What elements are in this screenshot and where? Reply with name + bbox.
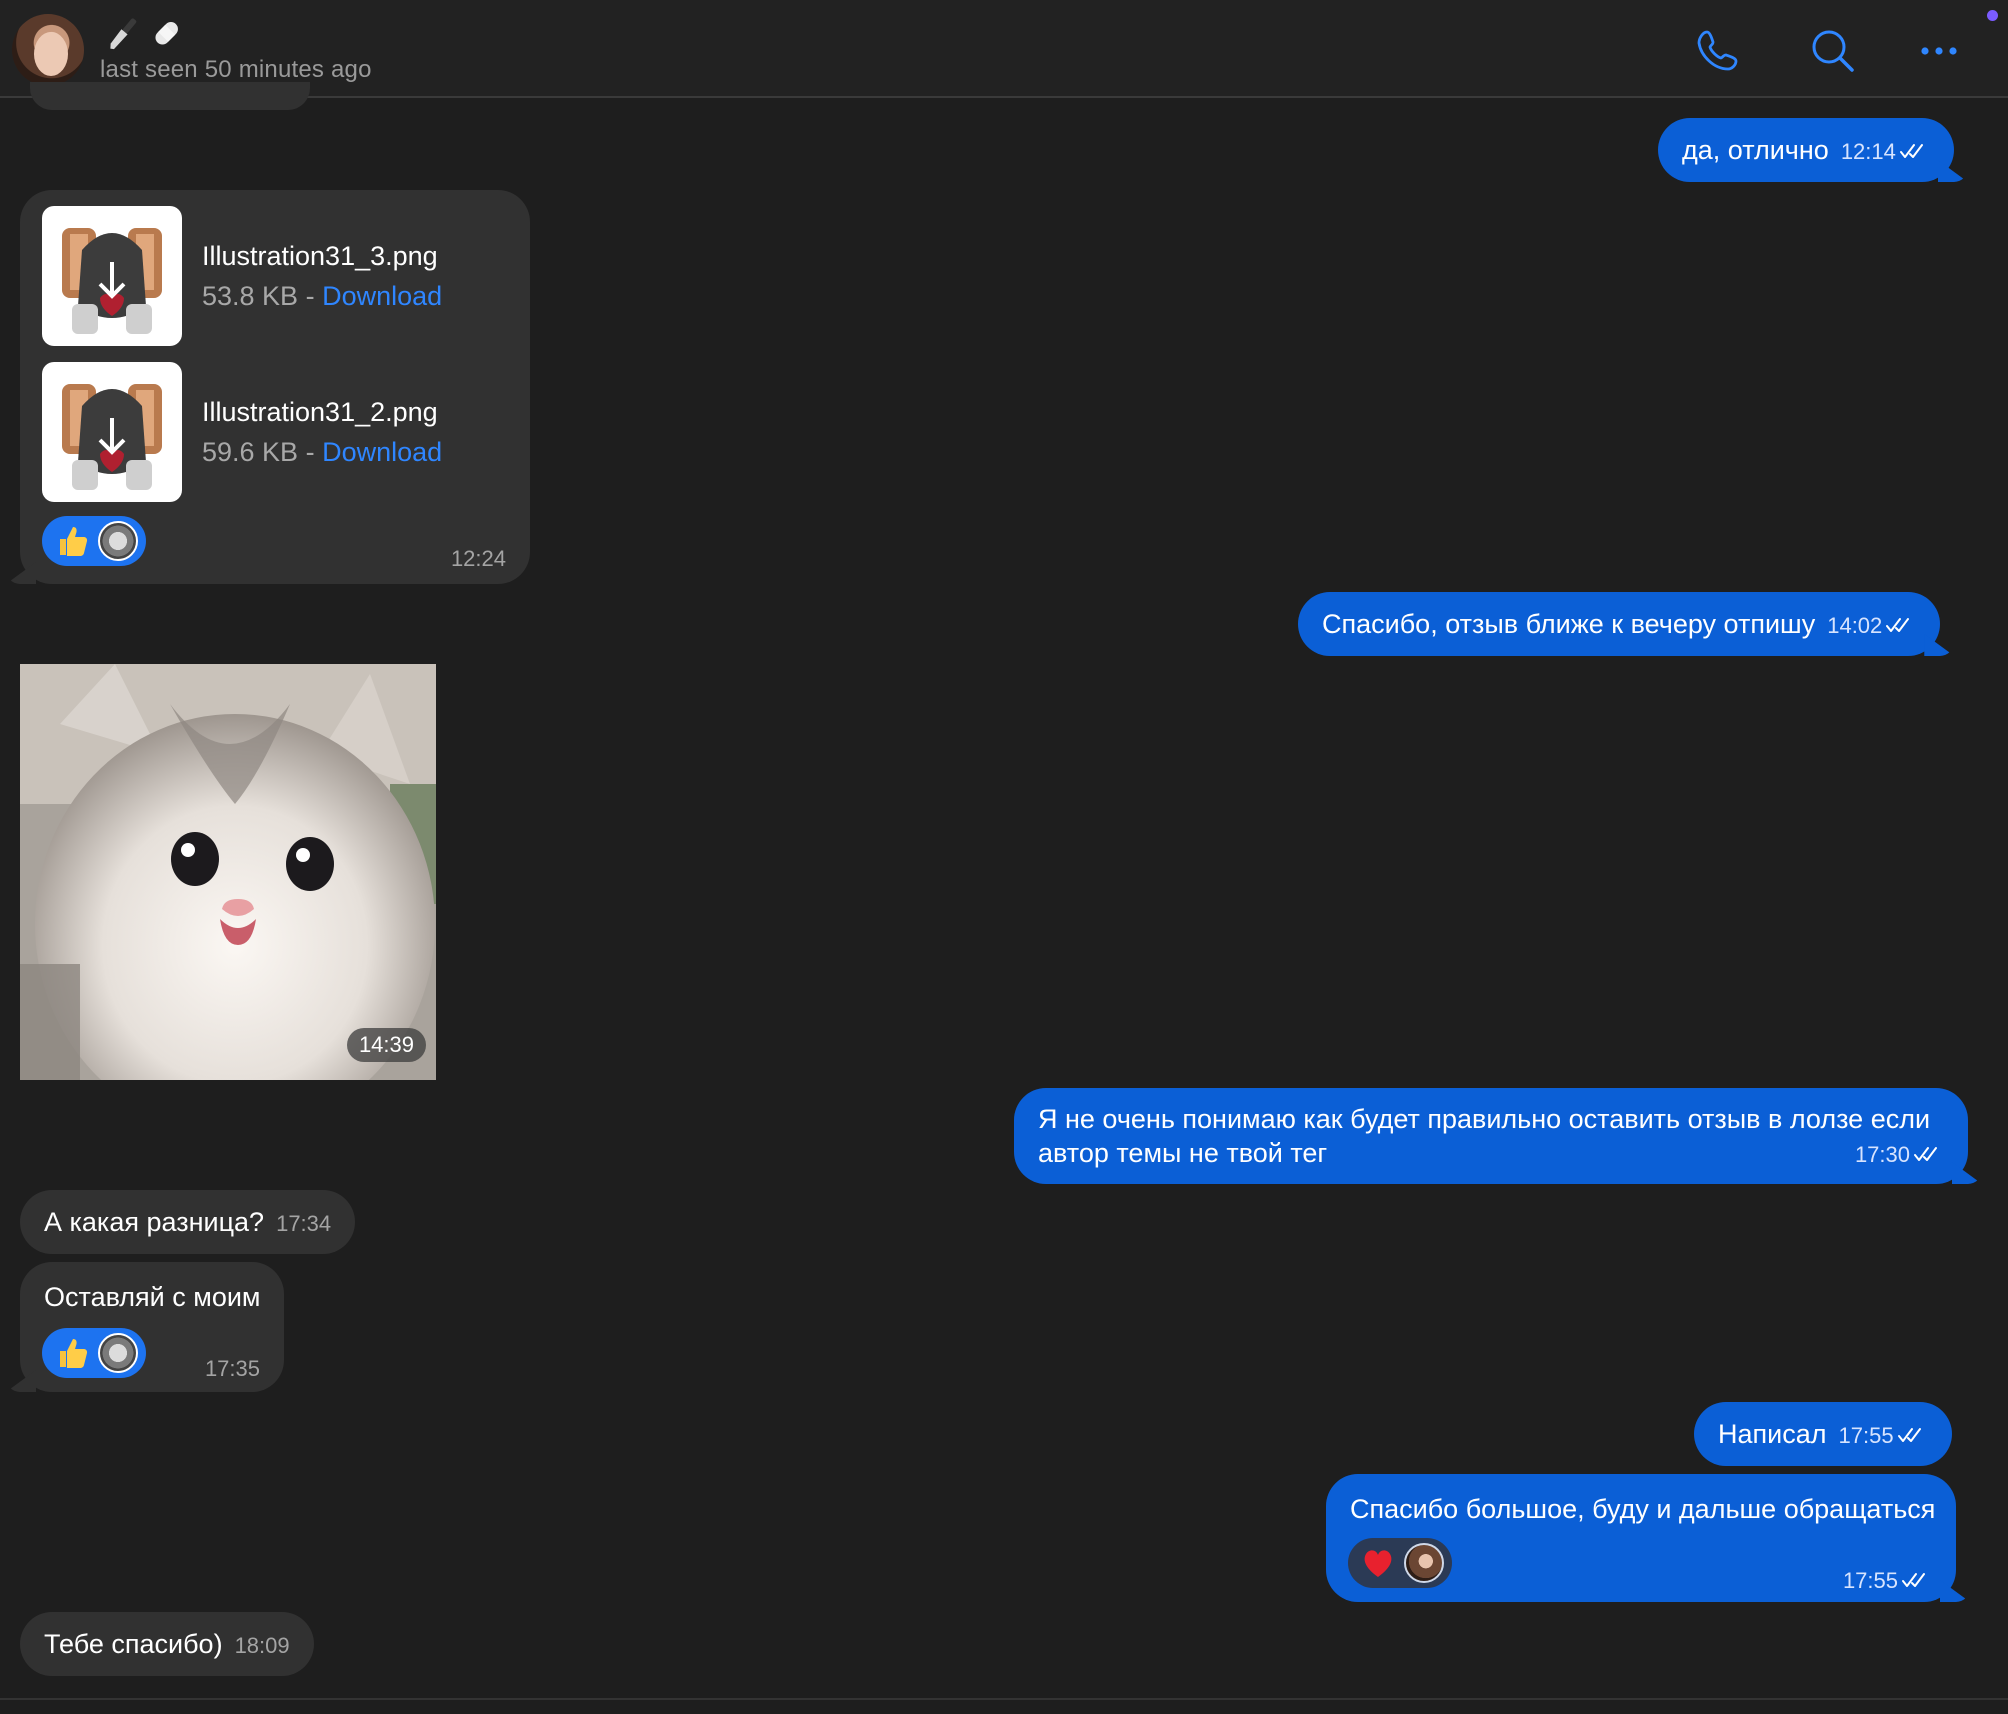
message-time: 14:02 — [1827, 613, 1883, 638]
composer-divider — [0, 1698, 2008, 1700]
read-ticks-icon — [1914, 1136, 1944, 1161]
message-text-line1: Я не очень понимаю как будет правильно о… — [1038, 1104, 1931, 1134]
reaction-badge[interactable] — [42, 1328, 146, 1378]
more-dots-icon[interactable] — [1914, 26, 1964, 76]
phone-icon[interactable] — [1694, 26, 1744, 76]
file-meta-separator: - — [298, 281, 323, 311]
file-meta-separator: - — [298, 437, 323, 467]
file-attachment[interactable]: Illustration31_2.png 59.6 KB - Download — [42, 362, 442, 502]
message-in[interactable]: Оставляй с моим 17:35 — [20, 1262, 284, 1392]
message-time: 17:34 — [276, 1211, 332, 1236]
message-text: Спасибо, отзыв ближе к вечеру отпишу — [1322, 609, 1816, 639]
read-ticks-icon — [1899, 133, 1930, 158]
file-size: 53.8 KB — [202, 281, 299, 311]
file-size: 59.6 KB — [202, 437, 299, 467]
message-out[interactable]: да, отлично 12:14 — [1658, 118, 1954, 182]
heart-icon — [1360, 1545, 1396, 1581]
previous-message-bubble — [30, 82, 310, 110]
file-thumbnail[interactable] — [42, 206, 182, 346]
read-ticks-icon — [1897, 1417, 1928, 1442]
message-time: 17:30 — [1854, 1142, 1910, 1167]
file-attachment[interactable]: Illustration31_3.png 53.8 KB - Download — [42, 206, 442, 346]
reactor-avatar — [98, 521, 138, 561]
message-out[interactable]: Спасибо, отзыв ближе к вечеру отпишу 14:… — [1298, 592, 1941, 656]
message-in[interactable]: Тебе спасибо) 18:09 — [20, 1612, 314, 1676]
message-time: 17:55 — [1838, 1423, 1894, 1448]
photo-message[interactable]: 14:39 — [20, 664, 436, 1080]
reaction-badge[interactable] — [42, 516, 146, 566]
message-time: 17:55 — [1842, 1568, 1898, 1593]
message-in[interactable]: А какая разница? 17:34 — [20, 1190, 356, 1254]
message-out[interactable]: Написал 17:55 — [1694, 1402, 1952, 1466]
message-text: да, отлично — [1682, 135, 1829, 165]
message-in-files[interactable]: Illustration31_3.png 53.8 KB - Download — [20, 190, 530, 584]
message-time: 17:35 — [204, 1356, 260, 1381]
search-icon[interactable] — [1808, 26, 1858, 76]
read-ticks-icon — [1902, 1562, 1932, 1587]
file-name: Illustration31_2.png — [202, 397, 438, 427]
reaction-badge[interactable] — [1348, 1538, 1452, 1588]
message-text: Оставляй с моим — [44, 1282, 261, 1312]
message-text: Тебе спасибо) — [44, 1629, 223, 1659]
chat-window: last seen 50 minutes ago да, отлично 12:… — [0, 0, 2008, 1714]
contact-name-emoji[interactable] — [104, 14, 184, 54]
read-ticks-icon — [1886, 607, 1916, 632]
download-link[interactable]: Download — [322, 437, 442, 467]
reactor-avatar — [98, 1333, 138, 1373]
file-name: Illustration31_3.png — [202, 241, 438, 271]
message-text: Написал — [1718, 1419, 1827, 1449]
message-text-line2: автор темы не твой тег — [1038, 1138, 1328, 1168]
notification-dot — [1987, 10, 1998, 21]
message-time: 18:09 — [234, 1633, 290, 1658]
file-thumbnail[interactable] — [42, 362, 182, 502]
reactor-avatar — [1404, 1543, 1444, 1583]
kitten-photo — [20, 664, 436, 1080]
message-out[interactable]: Я не очень понимаю как будет правильно о… — [1014, 1088, 1968, 1184]
message-time: 12:24 — [450, 546, 506, 571]
contact-avatar[interactable] — [12, 14, 84, 86]
thumbs-up-icon — [54, 1335, 90, 1371]
message-text: Спасибо большое, буду и дальше обращатьс… — [1350, 1494, 1936, 1524]
message-text: А какая разница? — [44, 1207, 265, 1237]
photo-time: 14:39 — [346, 1028, 426, 1062]
contact-status: last seen 50 minutes ago — [100, 56, 372, 83]
message-out[interactable]: Спасибо большое, буду и дальше обращатьс… — [1326, 1474, 1956, 1602]
thumbs-up-icon — [54, 523, 90, 559]
download-link[interactable]: Download — [322, 281, 442, 311]
message-time: 12:14 — [1840, 139, 1896, 164]
